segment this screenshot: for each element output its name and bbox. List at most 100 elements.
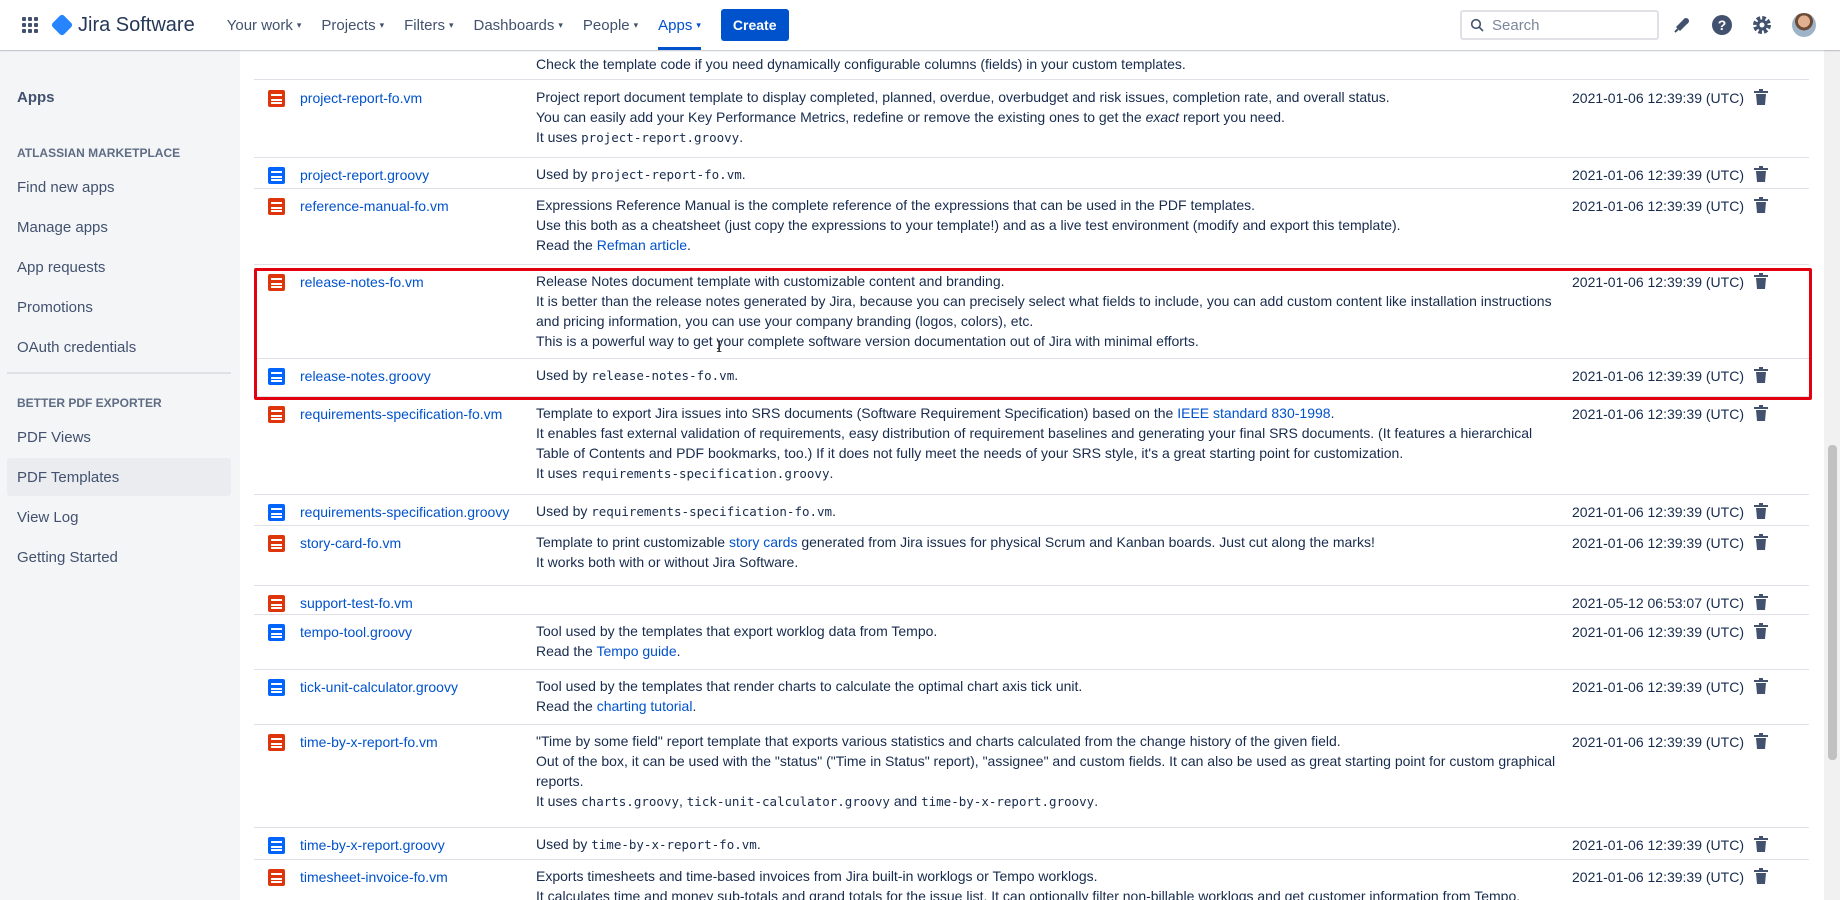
description-link[interactable]: IEEE standard 830-1998 (1177, 405, 1330, 421)
description-line: Out of the box, it can be used with the … (536, 751, 1556, 771)
template-name-link[interactable]: requirements-specification.groovy (300, 504, 509, 520)
text-span: Use this both as a cheatsheet (just copy… (536, 217, 1401, 233)
template-name-link[interactable]: tick-unit-calculator.groovy (300, 679, 458, 695)
template-name-link[interactable]: project-report.groovy (300, 167, 429, 183)
text-span: Tool used by the templates that export w… (536, 623, 938, 639)
avatar[interactable] (1792, 13, 1816, 37)
sidebar-item-view-log[interactable]: View Log (7, 498, 231, 536)
description-line: Read the Tempo guide. (536, 641, 1556, 661)
text-span: Template to print customizable (536, 534, 729, 550)
nav-your-work[interactable]: Your work ▾ (227, 0, 302, 50)
text-span: Exports timesheets and time-based invoic… (536, 868, 1098, 884)
sidebar-item-oauth-credentials[interactable]: OAuth credentials (7, 328, 231, 366)
text-span: report you need. (1179, 109, 1285, 125)
text-span: . (686, 237, 691, 253)
trash-icon[interactable] (1754, 166, 1768, 182)
notifications-icon[interactable] (1670, 13, 1694, 37)
text-span: reports. (536, 773, 584, 789)
search-placeholder: Search (1492, 16, 1540, 34)
sidebar-item-find-new-apps[interactable]: Find new apps (7, 168, 231, 206)
template-date: 2021-01-06 12:39:39 (UTC) (1572, 869, 1744, 885)
trash-icon[interactable] (1754, 534, 1768, 550)
text-span: and (889, 793, 922, 809)
text-span: . (829, 465, 834, 481)
trash-icon[interactable] (1754, 733, 1768, 749)
trash-icon[interactable] (1754, 868, 1768, 884)
table-row: tick-unit-calculator.groovy Tool used by … (254, 670, 1809, 725)
trash-icon[interactable] (1754, 678, 1768, 694)
template-name-link[interactable]: time-by-x-report-fo.vm (300, 734, 438, 750)
create-button[interactable]: Create (720, 9, 789, 41)
text-span: Project report document template to disp… (536, 89, 1390, 105)
template-name-link[interactable]: requirements-specification-fo.vm (300, 406, 502, 422)
text-span: Read the (536, 237, 597, 253)
trash-icon[interactable] (1754, 503, 1768, 519)
settings-icon[interactable] (1750, 13, 1774, 37)
emphasis: exact (1145, 109, 1180, 125)
template-name-link[interactable]: project-report-fo.vm (300, 90, 422, 106)
template-date: 2021-01-06 12:39:39 (UTC) (1572, 198, 1744, 214)
trash-icon[interactable] (1754, 836, 1768, 852)
sidebar-item-pdf-views[interactable]: PDF Views (7, 418, 231, 456)
file-icon (268, 837, 285, 854)
template-description: Check the template code if you need dyna… (536, 56, 1186, 72)
trash-icon[interactable] (1754, 623, 1768, 639)
description-link[interactable]: Tempo guide (596, 643, 676, 659)
sidebar-item-promotions[interactable]: Promotions (7, 288, 231, 326)
template-date: 2021-01-06 12:39:39 (UTC) (1572, 837, 1744, 853)
nav-projects[interactable]: Projects ▾ (321, 0, 384, 50)
template-date: 2021-01-06 12:39:39 (UTC) (1572, 90, 1744, 106)
sidebar-item-getting-started[interactable]: Getting Started (7, 538, 231, 576)
jira-logo-icon (50, 13, 74, 37)
template-name-link[interactable]: support-test-fo.vm (300, 595, 413, 611)
text-span: Used by (536, 503, 592, 519)
text-span: . (692, 698, 697, 714)
description-line: It uses project-report.groovy. (536, 127, 1556, 148)
help-icon[interactable]: ? (1710, 13, 1734, 37)
file-icon (268, 624, 285, 641)
template-name-link[interactable]: reference-manual-fo.vm (300, 198, 449, 214)
template-date: 2021-01-06 12:39:39 (UTC) (1572, 535, 1744, 551)
template-name-link[interactable]: story-card-fo.vm (300, 535, 401, 551)
description-link[interactable]: Refman article (597, 237, 687, 253)
nav-dashboards[interactable]: Dashboards ▾ (474, 0, 563, 50)
sidebar-item-manage-apps[interactable]: Manage apps (7, 208, 231, 246)
description-link[interactable]: charting tutorial (597, 698, 693, 714)
nav-apps[interactable]: Apps ▾ (658, 0, 701, 50)
template-name-link[interactable]: time-by-x-report.groovy (300, 837, 445, 853)
trash-icon[interactable] (1754, 89, 1768, 105)
chevron-down-icon: ▾ (379, 19, 385, 30)
selection-highlight-box (254, 268, 1812, 400)
text-span: Tool used by the templates that render c… (536, 678, 1083, 694)
template-name-link[interactable]: tempo-tool.groovy (300, 624, 412, 640)
jira-logo[interactable]: Jira Software (50, 13, 195, 37)
text-span: "Time by some field" report template tha… (536, 733, 1341, 749)
description-line: Used by time-by-x-report-fo.vm. (536, 834, 1556, 855)
template-description: "Time by some field" report template tha… (536, 731, 1556, 812)
text-span: Template to export Jira issues into SRS … (536, 405, 1178, 421)
nav-people[interactable]: People ▾ (583, 0, 638, 50)
app-switcher-icon[interactable] (20, 15, 40, 35)
trash-icon[interactable] (1754, 405, 1768, 421)
search-input[interactable]: Search (1460, 10, 1659, 40)
nav-filters[interactable]: Filters ▾ (404, 0, 453, 50)
sidebar-item-pdf-templates[interactable]: PDF Templates (7, 458, 231, 496)
sidebar-item-app-requests[interactable]: App requests (7, 248, 231, 286)
description-line: Tool used by the templates that render c… (536, 676, 1556, 696)
text-span: Expressions Reference Manual is the comp… (536, 197, 1256, 213)
text-span: . (741, 166, 746, 182)
description-link[interactable]: story cards (729, 534, 797, 550)
search-icon (1470, 18, 1484, 32)
code-span: time-by-x-report.groovy (921, 794, 1095, 809)
template-date: 2021-05-12 06:53:07 (UTC) (1572, 595, 1744, 611)
description-line: reports. (536, 771, 1556, 791)
text-span: . (676, 643, 681, 659)
trash-icon[interactable] (1754, 197, 1768, 213)
text-span: . (1094, 793, 1099, 809)
description-line: Used by requirements-specification-fo.vm… (536, 501, 1556, 522)
sidebar-heading-pdf-exporter: BETTER PDF EXPORTER (17, 396, 162, 410)
trash-icon[interactable] (1754, 594, 1768, 610)
text-span: . (739, 129, 744, 145)
template-name-link[interactable]: timesheet-invoice-fo.vm (300, 869, 448, 885)
scrollbar-thumb[interactable] (1828, 445, 1837, 760)
